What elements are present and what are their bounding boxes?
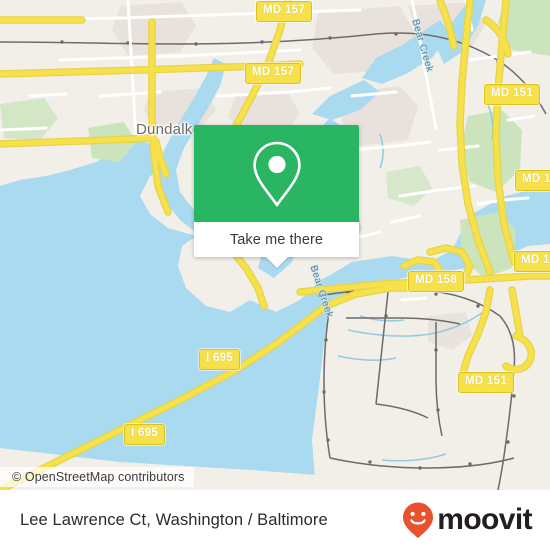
moovit-map-screen: Dundalk Bear Creek Bear Creek MD 157 MD … [0,0,550,550]
map-canvas[interactable]: Dundalk Bear Creek Bear Creek MD 157 MD … [0,0,550,490]
moovit-brand: moovit [401,501,533,539]
osm-attribution[interactable]: © OpenStreetMap contributors [0,467,194,487]
location-popup[interactable]: Take me there [194,125,359,268]
road-shield-md158-east: MD 158 [514,251,550,272]
road-shield-md151-north: MD 151 [484,84,541,105]
moovit-wordmark: moovit [437,503,532,536]
road-shield-i695-upper: I 695 [199,349,241,370]
footer-bar: Lee Lawrence Ct, Washington / Baltimore … [0,490,550,550]
moovit-smiley-pin-icon [403,502,434,538]
popup-pointer-tail [265,257,288,268]
road-shield-i695-lower: I 695 [124,424,166,445]
road-shield-md151-east: MD 151 [515,170,550,191]
location-address-label: Lee Lawrence Ct, Washington / Baltimore [20,510,328,529]
road-shield-md151-south: MD 151 [458,372,515,393]
map-pin-icon [252,141,301,206]
take-me-there-label: Take me there [229,231,324,248]
road-shield-md157-north: MD 157 [256,1,313,22]
road-shield-md157-south: MD 157 [245,63,302,84]
take-me-there-button[interactable]: Take me there [194,222,359,268]
road-shield-md158-west: MD 158 [408,271,465,292]
popup-image-panel [194,125,359,222]
